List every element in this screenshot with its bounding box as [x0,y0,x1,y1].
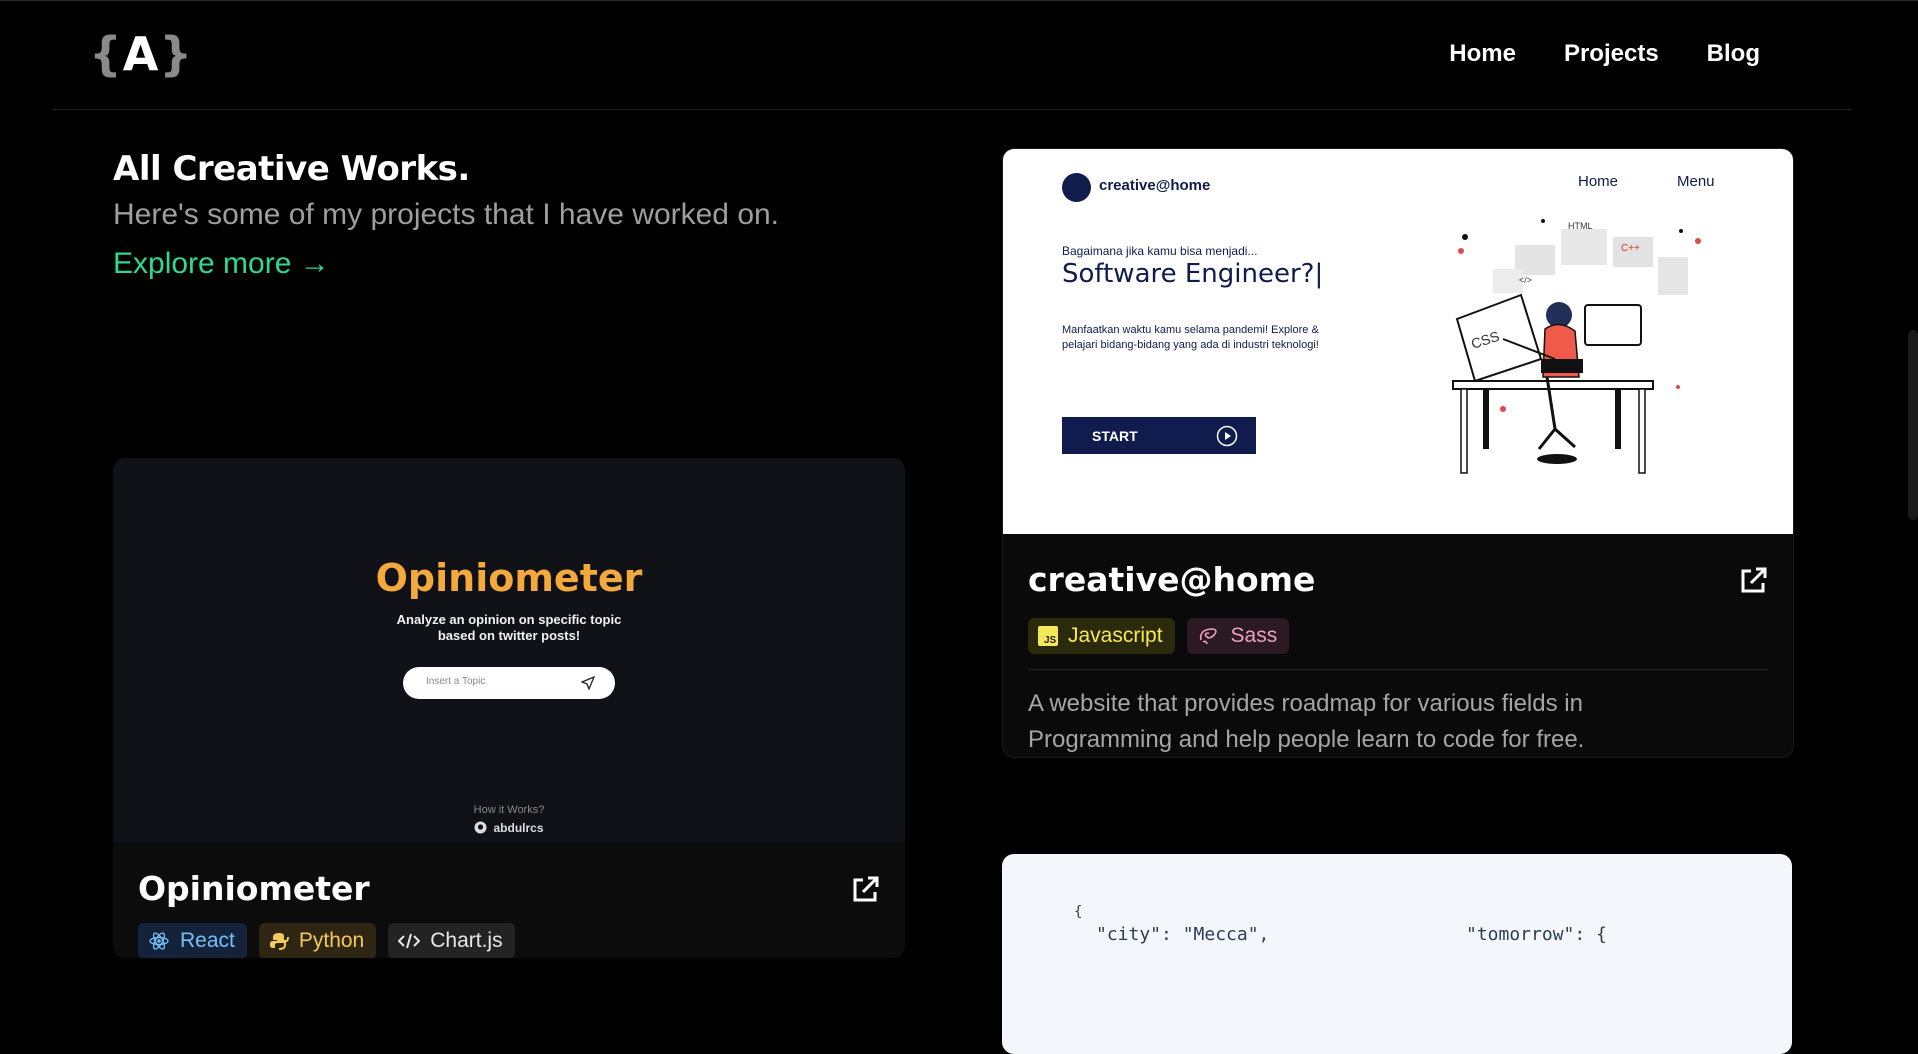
javascript-icon: JS [1038,626,1058,646]
site-header: {A} Home Projects Blog [52,0,1852,110]
project-description: A website that provides roadmap for vari… [1028,690,1585,753]
card-divider [1028,669,1768,670]
developer-illustration: HTML C++ </> CSS [1452,219,1701,474]
creative-headline: Software Engineer?| [1062,259,1324,289]
code-brace: { [1074,904,1083,920]
project-title-row: creative@home [1028,558,1768,602]
creative-logo-dot [1062,173,1091,202]
nav-blog-link[interactable]: Blog [1707,36,1760,72]
project-title: Opiniometer [138,869,370,908]
creative-text: Manfaatkan waktu kamu selama pandemi! Ex… [1062,324,1319,351]
logo-brace-left: { [89,27,123,81]
intro-section: All Creative Works. Here's some of my pr… [113,146,933,284]
project-title-row: Opiniometer [138,867,880,911]
creative-nav-home: Home [1578,173,1619,190]
topic-input: Insert a Topic [403,667,615,699]
external-link-icon[interactable] [850,875,880,905]
html-label: HTML [1568,221,1593,231]
send-icon [581,676,595,690]
cpp-label: C++ [1621,243,1640,254]
tag-react: React [138,923,247,958]
project-title: creative@home [1028,560,1316,599]
creative-question: Bagaimana jika kamu bisa menjadi... [1062,244,1258,258]
project-screenshot[interactable]: { "city": "Mecca", "tomorrow": { [1002,854,1792,1054]
tag-label: React [180,929,235,952]
project-card-creative-home: creative@home Home Menu Bagaimana jika k… [1002,148,1794,758]
python-icon [269,931,289,951]
creative-start-label: START [1092,428,1138,444]
github-username: abdulrcs [493,821,544,835]
github-credit: abdulrcs [113,821,905,835]
tag-label: Sass [1230,624,1278,647]
logo-brace-right: } [159,27,194,81]
play-icon [1216,425,1238,447]
tag-label: Python [298,929,365,952]
svg-text:JS: JS [1044,635,1057,646]
code-tomorrow: "tomorrow": { [1466,924,1607,945]
topic-placeholder: Insert a Topic [426,676,486,687]
opiniometer-tagline: Analyze an opinion on specific topic bas… [396,612,622,643]
project-card-opiniometer: Opiniometer Analyze an opinion on specif… [113,458,905,958]
logo-letter: A [122,27,160,81]
page-title: All Creative Works. [113,149,470,189]
project-screenshot[interactable]: Opiniometer Analyze an opinion on specif… [113,458,905,843]
sass-icon [1197,626,1221,646]
tag-javascript: JS Javascript [1028,618,1175,654]
tag-label: Chart.js [430,929,503,952]
page-subtitle: Here's some of my projects that I have w… [113,198,780,231]
page-scrollbar[interactable] [1908,330,1918,520]
nav-home-link[interactable]: Home [1449,36,1516,72]
creative-nav-menu: Menu [1677,173,1715,190]
creative-brand: creative@home [1099,177,1211,194]
creative-start-button: START [1062,417,1256,454]
project-card-weather-api: { "city": "Mecca", "tomorrow": { [1002,854,1792,1054]
opiniometer-heading: Opiniometer [375,556,643,600]
code-icon [398,932,421,950]
main-nav: Home Projects Blog [1449,36,1760,72]
explore-more-link[interactable]: Explore more → [113,244,330,284]
tech-tags: JS Javascript Sass [1028,618,1290,654]
tech-tags: React Python Chart.js [138,923,515,958]
how-it-works-text: How it Works? [473,804,545,816]
external-link-icon[interactable] [1738,566,1768,596]
tag-python: Python [258,923,377,958]
nav-projects-link[interactable]: Projects [1564,36,1659,72]
code-label: </> [1519,275,1532,285]
code-city: "city": "Mecca", [1096,924,1270,945]
tag-chartjs: Chart.js [388,923,515,958]
tag-sass: Sass [1186,618,1290,654]
tag-label: Javascript [1068,624,1163,647]
project-screenshot[interactable]: creative@home Home Menu Bagaimana jika k… [1003,149,1793,534]
site-logo[interactable]: {A} [89,26,193,82]
github-icon [474,821,487,834]
